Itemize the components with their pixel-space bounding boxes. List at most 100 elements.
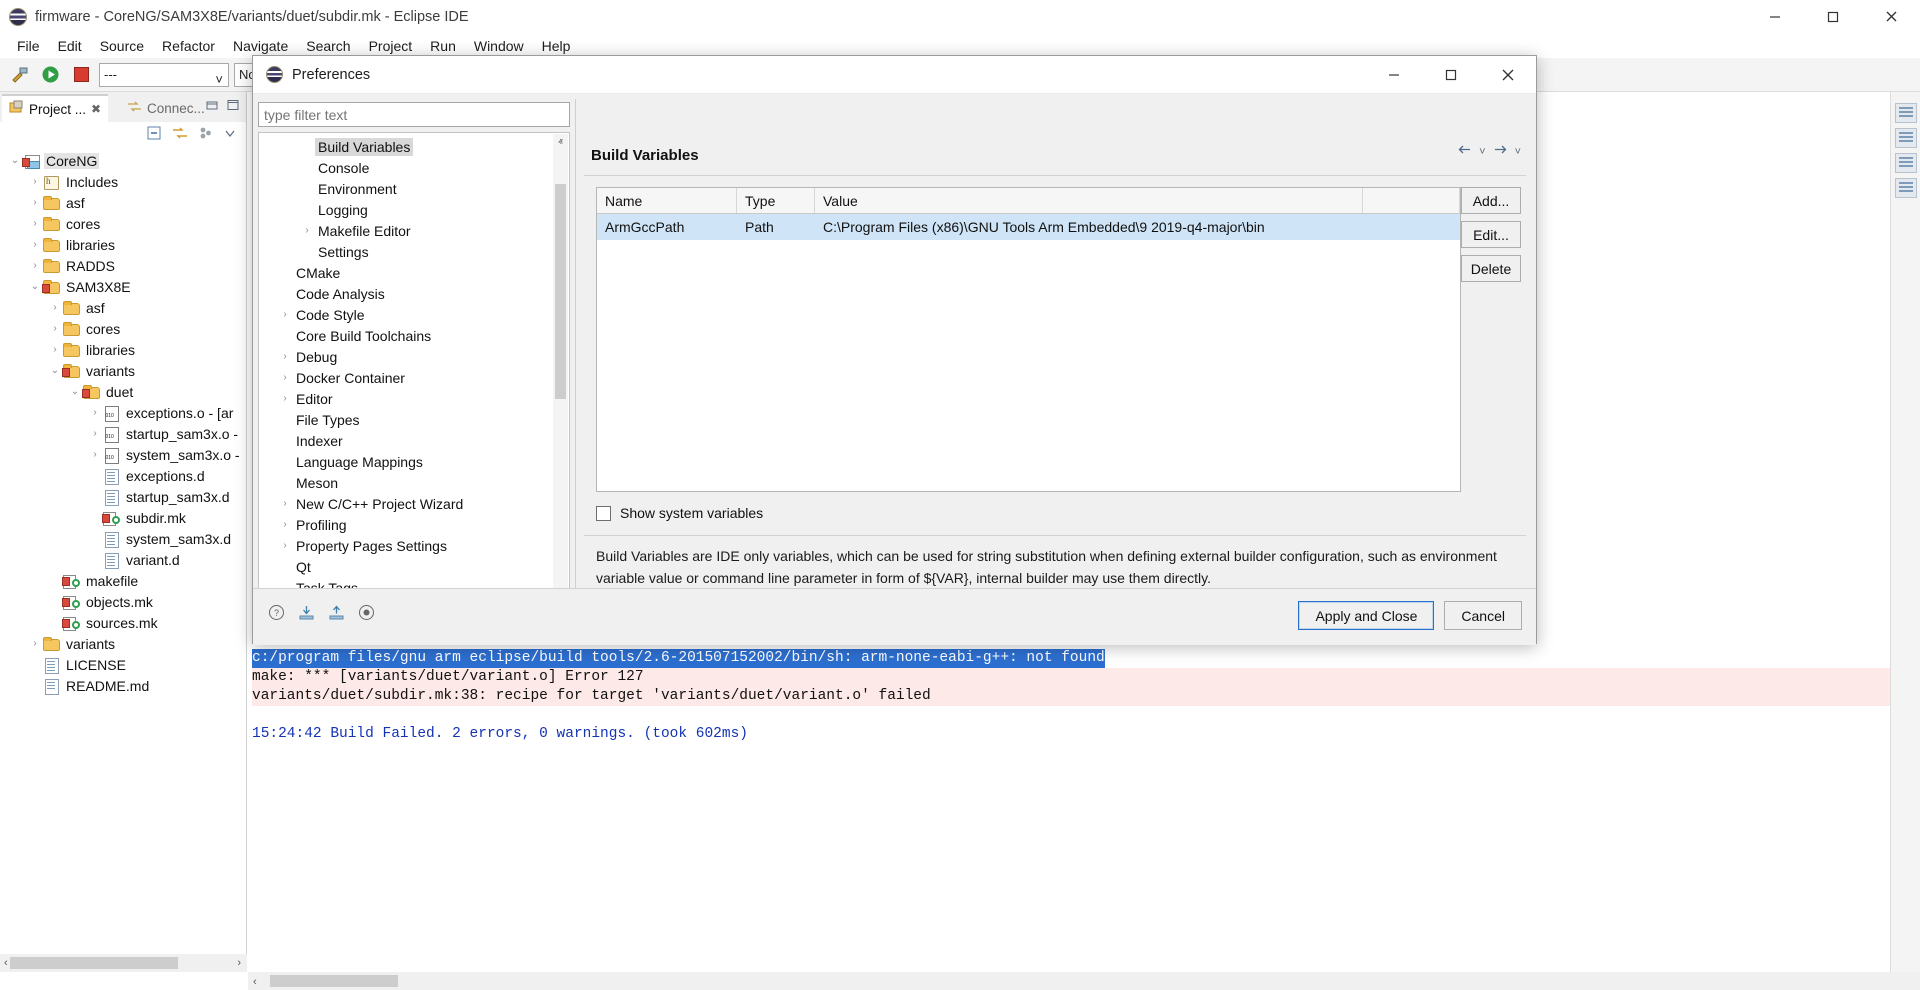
tree-item[interactable]: LICENSE: [0, 654, 246, 675]
tree-item[interactable]: › Includes: [0, 171, 246, 192]
menu-refactor[interactable]: Refactor: [153, 36, 224, 56]
chevron-right-icon[interactable]: ›: [277, 498, 293, 509]
preferences-tree-item[interactable]: Settings: [259, 241, 569, 262]
tree-item[interactable]: subdir.mk: [0, 507, 246, 528]
chevron-right-icon[interactable]: ›: [28, 239, 42, 250]
preferences-tree[interactable]: Build Variables Console Environment Logging…: [259, 133, 569, 598]
scrollbar-thumb[interactable]: [10, 957, 178, 969]
preferences-tree-item[interactable]: Code Analysis: [259, 283, 569, 304]
minimize-button[interactable]: [1746, 0, 1804, 33]
tree-item[interactable]: README.md: [0, 675, 246, 696]
chevron-right-icon[interactable]: ›: [88, 449, 102, 460]
tree-item[interactable]: system_sam3x.d: [0, 528, 246, 549]
tree-item[interactable]: › cores: [0, 318, 246, 339]
preferences-tree-item[interactable]: › Property Pages Settings: [259, 535, 569, 556]
edit-variable-button[interactable]: Edit...: [1461, 221, 1521, 248]
preferences-tree-item[interactable]: Meson: [259, 472, 569, 493]
apply-and-close-button[interactable]: Apply and Close: [1298, 601, 1435, 630]
tree-item[interactable]: ⌄ SAM3X8E: [0, 276, 246, 297]
menu-navigate[interactable]: Navigate: [224, 36, 297, 56]
preferences-tree-item[interactable]: › Docker Container: [259, 367, 569, 388]
chevron-right-icon[interactable]: ›: [88, 407, 102, 418]
menu-edit[interactable]: Edit: [49, 36, 91, 56]
menu-project[interactable]: Project: [360, 36, 422, 56]
chevron-right-icon[interactable]: ›: [299, 225, 315, 236]
preferences-tree-item[interactable]: Core Build Toolchains: [259, 325, 569, 346]
outline-view-icon[interactable]: [1894, 103, 1917, 123]
chevron-right-icon[interactable]: ›: [28, 197, 42, 208]
preferences-tree-item[interactable]: › Code Style: [259, 304, 569, 325]
menu-search[interactable]: Search: [297, 36, 359, 56]
preferences-tree-item[interactable]: › New C/C++ Project Wizard: [259, 493, 569, 514]
collapse-all-icon[interactable]: [146, 125, 162, 146]
chevron-down-icon[interactable]: ⌄: [68, 386, 82, 397]
run-icon[interactable]: [37, 62, 63, 88]
tree-item[interactable]: › variants: [0, 633, 246, 654]
tree-item[interactable]: › startup_sam3x.o -: [0, 423, 246, 444]
menu-file[interactable]: File: [8, 36, 49, 56]
preferences-tree-item[interactable]: File Types: [259, 409, 569, 430]
tree-item[interactable]: sources.mk: [0, 612, 246, 633]
dialog-close-button[interactable]: [1479, 56, 1536, 94]
view-menu-icon[interactable]: [198, 125, 214, 146]
build-variables-table[interactable]: Name Type Value ArmGccPath Path C:\Progr…: [596, 187, 1461, 492]
import-icon[interactable]: [297, 603, 316, 622]
chevron-down-icon[interactable]: ⌄: [48, 365, 62, 376]
tree-item[interactable]: › cores: [0, 213, 246, 234]
dialog-maximize-button[interactable]: [1422, 56, 1479, 94]
tree-item[interactable]: objects.mk: [0, 591, 246, 612]
view-menu-caret-icon[interactable]: [224, 126, 236, 144]
tree-item[interactable]: › libraries: [0, 234, 246, 255]
chevron-right-icon[interactable]: ›: [277, 309, 293, 320]
tab-connections[interactable]: Connec...: [120, 94, 212, 122]
preferences-tree-item[interactable]: › Profiling: [259, 514, 569, 535]
chevron-right-icon[interactable]: ›: [48, 323, 62, 334]
preferences-filter-input[interactable]: [258, 102, 570, 127]
tree-item[interactable]: startup_sam3x.d: [0, 486, 246, 507]
menu-source[interactable]: Source: [91, 36, 153, 56]
tree-item[interactable]: › asf: [0, 297, 246, 318]
chevron-right-icon[interactable]: ›: [28, 260, 42, 271]
tree-item[interactable]: › libraries: [0, 339, 246, 360]
tree-item[interactable]: ⌄ variants: [0, 360, 246, 381]
nav-back-caret-icon[interactable]: ˅: [1479, 146, 1485, 158]
chevron-down-icon[interactable]: ⌄: [28, 281, 42, 292]
tree-item[interactable]: › system_sam3x.o -: [0, 444, 246, 465]
chevron-right-icon[interactable]: ›: [88, 428, 102, 439]
column-header-type[interactable]: Type: [737, 188, 815, 213]
chevron-right-icon[interactable]: ›: [28, 176, 42, 187]
export-icon[interactable]: [327, 603, 346, 622]
build-configuration-select[interactable]: --- ˅: [99, 62, 229, 87]
project-tree[interactable]: ⌄CoreNG›Includes›asf›cores›libraries›RAD…: [0, 148, 246, 696]
link-with-editor-icon[interactable]: [172, 125, 188, 146]
chevron-right-icon[interactable]: ›: [28, 638, 42, 649]
show-system-variables-row[interactable]: Show system variables: [596, 505, 763, 521]
tree-item[interactable]: exceptions.d: [0, 465, 246, 486]
stop-icon[interactable]: [68, 62, 94, 88]
build-targets-icon[interactable]: [1894, 153, 1917, 173]
nav-forward-caret-icon[interactable]: ˅: [1515, 146, 1521, 158]
tree-item[interactable]: ⌄ CoreNG: [0, 150, 246, 171]
nav-back-icon[interactable]: [1457, 143, 1472, 161]
add-variable-button[interactable]: Add...: [1461, 187, 1521, 214]
column-header-name[interactable]: Name: [597, 188, 737, 213]
minimize-view-icon[interactable]: [206, 99, 219, 117]
console-horizontal-scrollbar[interactable]: ‹: [248, 972, 1920, 990]
table-row[interactable]: ArmGccPath Path C:\Program Files (x86)\G…: [597, 214, 1460, 240]
hammer-icon[interactable]: [6, 62, 32, 88]
menu-window[interactable]: Window: [465, 36, 533, 56]
chevron-right-icon[interactable]: ›: [48, 302, 62, 313]
preferences-tree-item[interactable]: Qt: [259, 556, 569, 577]
tree-item[interactable]: variant.d: [0, 549, 246, 570]
tree-item[interactable]: › exceptions.o - [ar: [0, 402, 246, 423]
column-header-value[interactable]: Value: [815, 188, 1363, 213]
close-icon[interactable]: ✖: [91, 102, 101, 116]
chevron-right-icon[interactable]: ›: [28, 218, 42, 229]
close-button[interactable]: [1862, 0, 1920, 33]
preferences-tree-item[interactable]: › Debug: [259, 346, 569, 367]
record-icon[interactable]: [357, 603, 376, 622]
chevron-down-icon[interactable]: ⌄: [8, 155, 22, 166]
scroll-right-icon[interactable]: ›: [237, 957, 241, 969]
chevron-right-icon[interactable]: ›: [277, 393, 293, 404]
console-scrollbar-thumb[interactable]: [270, 975, 398, 987]
